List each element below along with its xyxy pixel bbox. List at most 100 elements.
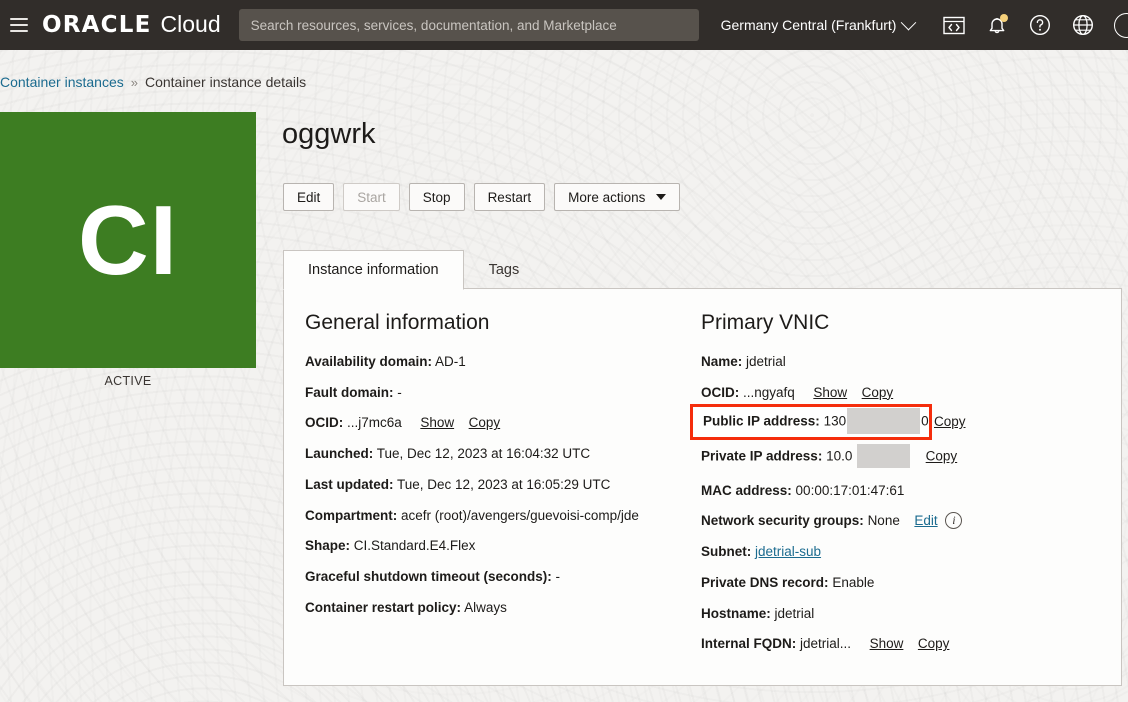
nsg-value: None	[867, 513, 900, 529]
page-title: oggwrk	[282, 118, 376, 150]
stop-button[interactable]: Stop	[408, 183, 465, 211]
vnic-ocid-show-link[interactable]: Show	[813, 385, 847, 400]
breadcrumb-link-container-instances[interactable]: Container instances	[0, 74, 124, 90]
breadcrumb-current-page: Container instance details	[144, 74, 307, 90]
more-actions-label: More actions	[568, 189, 646, 205]
breadcrumb-separator-icon: »	[130, 74, 138, 90]
tab-instance-information[interactable]: Instance information	[283, 250, 464, 290]
tab-tags-label: Tags	[488, 261, 520, 278]
region-label: Germany Central (Frankfurt)	[720, 17, 897, 33]
public-ip-value: 130	[823, 413, 847, 429]
field-availability-domain: Availability domain: AD-1	[305, 353, 695, 371]
cloud-wordmark: Cloud	[160, 11, 221, 37]
restart-button[interactable]: Restart	[473, 183, 546, 211]
more-actions-button[interactable]: More actions	[554, 183, 681, 211]
fqdn-value: jdetrial...	[800, 636, 852, 652]
vnic-name-label: Name:	[701, 354, 743, 369]
last-updated-label: Last updated:	[305, 476, 394, 492]
field-ocid: OCID: ...j7mc6a Show Copy	[305, 414, 695, 432]
info-circle-icon[interactable]: i	[945, 512, 963, 530]
shape-label: Shape:	[305, 538, 351, 554]
private-ip-redaction-overlay	[857, 444, 911, 469]
general-information-heading: General information	[305, 311, 490, 334]
field-private-ip-address: Private IP address: 10.0 Copy	[701, 444, 1109, 469]
fault-domain-label: Fault domain:	[305, 384, 394, 400]
launched-value: Tue, Dec 12, 2023 at 16:04:32 UTC	[376, 446, 591, 462]
ocid-value: ...j7mc6a	[347, 415, 402, 431]
private-ip-value: 10.0	[826, 448, 853, 464]
hamburger-menu-icon[interactable]	[10, 18, 28, 32]
language-globe-icon[interactable]	[1071, 13, 1095, 37]
field-network-security-groups: Network security groups: None Edit i	[701, 512, 1109, 530]
mac-address-value: 00:00:17:01:47:61	[795, 482, 905, 498]
field-mac-address: MAC address: 00:00:17:01:47:61	[701, 482, 1109, 500]
field-public-ip-address: Public IP address: 130 0	[703, 408, 929, 435]
public-ip-value-suffix: 0	[921, 413, 929, 429]
ocid-show-link[interactable]: Show	[420, 415, 454, 430]
fqdn-show-link[interactable]: Show	[870, 636, 904, 651]
resource-type-badge: CI	[0, 112, 256, 368]
oracle-cloud-logo[interactable]: ORACLE Cloud	[42, 13, 221, 37]
caret-down-icon	[656, 194, 667, 200]
private-dns-value: Enable	[832, 574, 875, 590]
ocid-copy-link[interactable]: Copy	[469, 415, 501, 430]
code-editor-icon[interactable]	[942, 13, 966, 37]
tab-tags[interactable]: Tags	[464, 249, 545, 289]
subnet-link[interactable]: jdetrial-sub	[755, 544, 821, 559]
availability-domain-label: Availability domain:	[305, 354, 433, 369]
field-compartment: Compartment: acefr (root)/avengers/guevo…	[305, 507, 695, 525]
mac-address-label: MAC address:	[701, 482, 792, 498]
status-badge: ACTIVE	[104, 374, 152, 388]
vnic-ocid-value: ...ngyafq	[743, 384, 795, 400]
field-fault-domain: Fault domain: -	[305, 384, 695, 402]
tab-bar: Instance information Tags	[283, 249, 545, 290]
breadcrumb: Container instances » Container instance…	[0, 74, 306, 90]
chevron-down-icon	[901, 14, 917, 30]
oracle-wordmark: ORACLE	[42, 12, 152, 38]
action-button-bar: Edit Start Stop Restart More actions	[283, 183, 681, 211]
user-avatar-icon[interactable]	[1114, 12, 1128, 38]
help-icon[interactable]	[1028, 13, 1052, 37]
shape-value: CI.Standard.E4.Flex	[353, 538, 476, 554]
graceful-shutdown-label: Graceful shutdown timeout (seconds):	[305, 569, 552, 585]
vnic-ocid-label: OCID:	[701, 384, 740, 400]
edit-button[interactable]: Edit	[283, 183, 335, 211]
field-vnic-name: Name: jdetrial	[701, 353, 1109, 371]
restart-policy-label: Container restart policy:	[305, 599, 462, 615]
compartment-label: Compartment:	[305, 507, 398, 523]
fqdn-copy-link[interactable]: Copy	[918, 636, 950, 651]
fault-domain-value: -	[397, 384, 402, 400]
header-icon-group	[942, 12, 1128, 38]
field-last-updated: Last updated: Tue, Dec 12, 2023 at 16:05…	[305, 476, 695, 494]
instance-information-panel: General information Availability domain:…	[283, 288, 1122, 686]
private-ip-label: Private IP address:	[701, 448, 823, 464]
public-ip-redaction-overlay	[847, 408, 921, 434]
launched-label: Launched:	[305, 446, 374, 462]
ocid-label: OCID:	[305, 415, 344, 431]
general-information-section: General information Availability domain:…	[305, 311, 695, 617]
public-ip-label: Public IP address:	[703, 413, 820, 429]
vnic-name-value: jdetrial	[746, 354, 786, 369]
vnic-ocid-copy-link[interactable]: Copy	[862, 385, 894, 400]
primary-vnic-section: Primary VNIC Name: jdetrial OCID: ...ngy…	[701, 311, 1109, 653]
hostname-value: jdetrial	[774, 605, 815, 621]
global-header: ORACLE Cloud Germany Central (Frankfurt)	[0, 0, 1128, 50]
compartment-value: acefr (root)/avengers/guevoisi-comp/jde	[401, 507, 639, 523]
private-ip-copy-link[interactable]: Copy	[926, 449, 958, 464]
notifications-bell-icon[interactable]	[985, 13, 1009, 37]
tab-instance-information-label: Instance information	[308, 262, 439, 278]
restart-policy-value: Always	[464, 599, 507, 615]
nsg-edit-link[interactable]: Edit	[914, 513, 937, 528]
region-selector[interactable]: Germany Central (Frankfurt)	[720, 14, 917, 33]
subnet-label: Subnet:	[701, 544, 752, 560]
primary-vnic-heading: Primary VNIC	[701, 311, 830, 334]
public-ip-copy-link[interactable]: Copy	[934, 414, 966, 429]
notification-badge	[1000, 14, 1008, 22]
field-launched: Launched: Tue, Dec 12, 2023 at 16:04:32 …	[305, 445, 695, 463]
field-internal-fqdn: Internal FQDN: jdetrial... Show Copy	[701, 635, 1109, 653]
availability-domain-value: AD-1	[435, 354, 466, 369]
graceful-shutdown-value: -	[555, 569, 561, 585]
nsg-label: Network security groups:	[701, 513, 864, 529]
search-input[interactable]	[238, 9, 699, 41]
field-private-dns-record: Private DNS record: Enable	[701, 574, 1109, 592]
